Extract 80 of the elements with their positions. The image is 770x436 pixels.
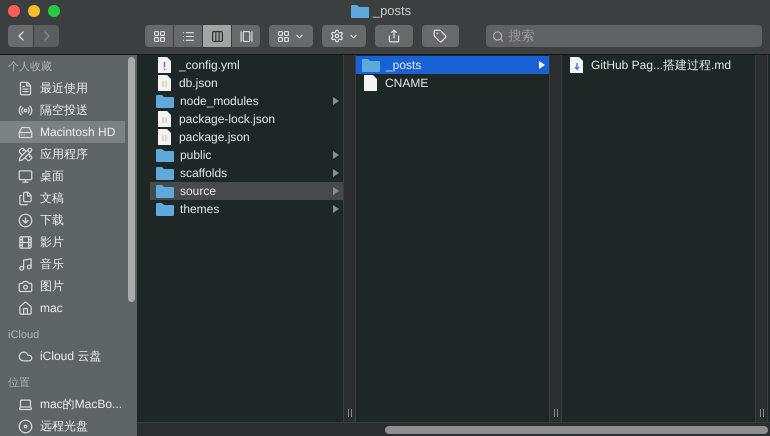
scrollbar-thumb[interactable] bbox=[385, 426, 768, 434]
resize-handle-icon bbox=[554, 409, 558, 417]
close-button[interactable] bbox=[8, 5, 20, 17]
sidebar-item[interactable]: 图片 bbox=[0, 275, 125, 297]
file-row[interactable]: package-lock.json bbox=[150, 110, 343, 128]
documents-icon bbox=[18, 190, 33, 206]
sidebar-item[interactable]: 音乐 bbox=[0, 253, 125, 275]
sidebar-item[interactable]: 文稿 bbox=[0, 187, 125, 209]
back-button[interactable] bbox=[8, 25, 33, 47]
hard-drive-icon bbox=[18, 124, 33, 140]
view-mode-button[interactable] bbox=[145, 25, 173, 47]
folder-icon bbox=[156, 202, 174, 216]
view-mode-button[interactable] bbox=[203, 25, 231, 47]
tag-button[interactable] bbox=[422, 25, 460, 47]
file-row[interactable]: package.json bbox=[150, 128, 343, 146]
search-input[interactable]: 搜索 bbox=[508, 26, 756, 46]
file-row[interactable]: CNAME bbox=[356, 74, 549, 92]
desktop-icon bbox=[18, 168, 33, 184]
yml-file-icon bbox=[158, 57, 171, 73]
home-icon bbox=[18, 300, 33, 316]
grid-view-icon bbox=[152, 30, 166, 42]
sidebar-item[interactable]: 应用程序 bbox=[0, 143, 125, 165]
sidebar-item[interactable]: 桌面 bbox=[0, 165, 125, 187]
sidebar-section-title: 个人收藏 bbox=[7, 60, 52, 75]
folder-icon bbox=[156, 148, 174, 162]
file-row[interactable]: GitHub Pag...搭建过程.md bbox=[562, 56, 755, 74]
settings-icon bbox=[330, 29, 344, 43]
tag-icon bbox=[433, 29, 448, 43]
sidebar-item[interactable]: Macintosh HD bbox=[0, 121, 125, 143]
sidebar-item[interactable]: mac bbox=[0, 297, 125, 319]
file-row[interactable]: db.json bbox=[150, 74, 343, 92]
sidebar-item[interactable]: mac的MacBo... bbox=[0, 393, 125, 415]
columns-view-icon bbox=[210, 30, 224, 42]
folder-icon bbox=[156, 184, 174, 198]
search-icon bbox=[492, 30, 504, 42]
search-field[interactable]: 搜索 bbox=[486, 25, 762, 47]
cloud-icon bbox=[18, 348, 33, 364]
folder-icon bbox=[156, 166, 174, 180]
group-button[interactable] bbox=[269, 25, 314, 47]
json-file-icon bbox=[158, 129, 171, 145]
view-mode-button[interactable] bbox=[232, 25, 260, 47]
file-row[interactable]: source bbox=[150, 182, 343, 200]
action-button[interactable] bbox=[322, 25, 366, 47]
zoom-button[interactable] bbox=[48, 5, 60, 17]
sidebar-section-title: 位置 bbox=[7, 376, 30, 391]
film-icon bbox=[18, 234, 33, 250]
folder-icon bbox=[362, 58, 380, 72]
list-view-icon bbox=[182, 30, 194, 42]
resize-handle-icon bbox=[760, 409, 764, 417]
share-button[interactable] bbox=[375, 25, 413, 47]
camera-icon bbox=[18, 278, 33, 294]
json-file-icon bbox=[158, 75, 171, 91]
json-file-icon bbox=[158, 111, 171, 127]
file-row[interactable]: _posts bbox=[356, 56, 549, 74]
minimize-button[interactable] bbox=[28, 5, 40, 17]
disc-icon bbox=[18, 418, 33, 434]
file-row[interactable]: _config.yml bbox=[150, 56, 343, 74]
gallery-view-icon bbox=[240, 30, 252, 42]
sidebar-item[interactable]: 下载 bbox=[0, 209, 125, 231]
scrollbar-thumb[interactable] bbox=[128, 57, 134, 302]
window-title: _posts bbox=[372, 2, 412, 20]
file-icon bbox=[364, 75, 377, 91]
document-icon bbox=[18, 80, 33, 96]
resize-handle-icon bbox=[348, 409, 352, 417]
sidebar-item[interactable]: 最近使用 bbox=[0, 77, 125, 99]
sidebar-item[interactable]: 远程光盘 bbox=[0, 415, 125, 436]
sidebar-item[interactable]: 隔空投送 bbox=[0, 99, 125, 121]
md-file-icon bbox=[570, 57, 583, 73]
sidebar-item[interactable]: 影片 bbox=[0, 231, 125, 253]
folder-icon bbox=[156, 94, 174, 108]
laptop-icon bbox=[18, 396, 33, 412]
grid-icon bbox=[277, 30, 290, 42]
folder-icon bbox=[350, 4, 369, 18]
music-icon bbox=[18, 256, 33, 272]
airdrop-icon bbox=[18, 102, 33, 118]
sidebar-section-title: iCloud bbox=[7, 328, 40, 343]
share-icon bbox=[386, 29, 401, 43]
sidebar-item[interactable]: iCloud 云盘 bbox=[0, 345, 125, 367]
download-icon bbox=[18, 212, 33, 228]
view-mode-button[interactable] bbox=[174, 25, 202, 47]
